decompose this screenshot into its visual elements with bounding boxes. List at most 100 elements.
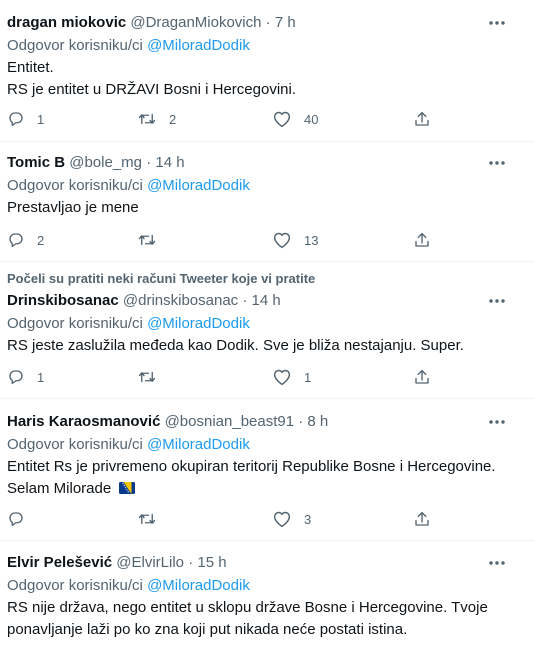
bosnia-flag-icon [119,479,136,494]
tweet-text: RS nije država, nego entitet u sklopu dr… [7,597,535,641]
retweet-button[interactable]: 2 [137,109,176,129]
more-icon[interactable] [487,15,507,31]
tweet-text-line: RS nije država, nego entitet u sklopu dr… [7,599,488,616]
tweet-text: Entitet Rs je privremeno okupiran terito… [7,456,535,500]
author-handle[interactable]: @ElvirLilo [116,554,184,571]
tweet-text: RS jeste zaslužila međeda kao Dodik. Sve… [7,335,535,357]
tweet-header: dragan miokovic @DraganMiokovich · 7 h [7,13,535,33]
reply-prefix: Odgovor korisniku/ci [7,436,143,453]
share-icon [413,510,431,528]
more-icon[interactable] [487,293,507,309]
tweet-time[interactable]: 14 h [252,292,281,309]
author-name[interactable]: Elvir Pelešević [7,554,112,571]
tweet[interactable]: Haris Karaosmanović @bosnian_beast91 · 8… [0,399,535,541]
retweet-button[interactable] [137,509,169,529]
reply-icon [7,368,25,386]
heart-icon [272,231,292,249]
tweet[interactable]: Tomic B @bole_mg · 14 h Odgovor korisnik… [0,142,535,262]
heart-icon [272,510,292,528]
reply-context: Odgovor korisniku/ci @MiloradDodik [7,35,535,57]
author-handle[interactable]: @drinskibosanac [123,292,238,309]
tweet-text-line: Entitet Rs je privremeno okupiran terito… [7,458,496,475]
more-icon[interactable] [487,555,507,571]
tweet[interactable]: dragan miokovic @DraganMiokovich · 7 h O… [0,0,535,142]
tweet-actions: 1 1 [7,367,535,387]
more-icon[interactable] [487,155,507,171]
more-icon[interactable] [487,414,507,430]
like-button[interactable]: 1 [272,367,311,387]
like-count: 13 [304,232,319,248]
share-icon [413,368,431,386]
tweet-header: Elvir Pelešević @ElvirLilo · 15 h [7,553,535,573]
reply-prefix: Odgovor korisniku/ci [7,315,143,332]
tweet-text-line: Prestavljao je mene [7,199,139,216]
retweet-button[interactable] [137,230,169,250]
reply-button[interactable]: 2 [7,230,44,250]
reply-icon [7,231,25,249]
like-count: 1 [304,369,312,385]
heart-icon [272,368,292,386]
reply-mention-link[interactable]: @MiloradDodik [147,177,250,194]
reply-context: Odgovor korisniku/ci @MiloradDodik [7,575,535,597]
author-handle[interactable]: @bole_mg [69,154,142,171]
reply-icon [7,510,25,528]
social-context: Počeli su pratiti neki računi Tweeter ko… [7,271,316,286]
like-count: 3 [304,511,312,527]
tweet-actions: 3 [7,509,535,529]
separator: · [146,154,152,171]
author-name[interactable]: Tomic B [7,154,65,171]
reply-mention-link[interactable]: @MiloradDodik [147,37,250,54]
tweet-time[interactable]: 7 h [275,14,296,31]
share-button[interactable] [413,367,431,387]
like-button[interactable]: 3 [272,509,311,529]
share-button[interactable] [413,230,431,250]
like-button[interactable]: 13 [272,230,318,250]
like-button[interactable]: 40 [272,109,318,129]
reply-count: 1 [37,111,45,127]
reply-mention-link[interactable]: @MiloradDodik [147,577,250,594]
reply-context: Odgovor korisniku/ci @MiloradDodik [7,434,535,456]
share-button[interactable] [413,109,431,129]
author-name[interactable]: dragan miokovic [7,14,126,31]
reply-button[interactable]: 1 [7,367,44,387]
retweet-icon [137,110,157,128]
retweet-icon [137,231,157,249]
tweet-text-line: ponavljanje laži po ko zna koji put nika… [7,621,408,638]
reply-icon [7,110,25,128]
tweet-header: Haris Karaosmanović @bosnian_beast91 · 8… [7,412,535,432]
author-name[interactable]: Drinskibosanac [7,292,119,309]
separator: · [188,554,194,571]
reply-context: Odgovor korisniku/ci @MiloradDodik [7,175,535,197]
tweet-feed: dragan miokovic @DraganMiokovich · 7 h O… [0,0,535,648]
separator: · [298,413,304,430]
reply-mention-link[interactable]: @MiloradDodik [147,315,250,332]
retweet-count: 2 [169,111,177,127]
reply-button[interactable]: 1 [7,109,44,129]
share-icon [413,110,431,128]
share-button[interactable] [413,509,431,529]
reply-prefix: Odgovor korisniku/ci [7,37,143,54]
retweet-button[interactable] [137,367,169,387]
tweet[interactable]: Elvir Pelešević @ElvirLilo · 15 h Odgovo… [0,541,535,648]
retweet-icon [137,510,157,528]
author-handle[interactable]: @DraganMiokovich [130,14,261,31]
tweet[interactable]: Počeli su pratiti neki računi Tweeter ko… [0,262,535,399]
tweet-text: Entitet. RS je entitet u DRŽAVI Bosni i … [7,57,535,101]
author-name[interactable]: Haris Karaosmanović [7,413,160,430]
tweet-actions: 1 2 40 [7,109,535,129]
author-handle[interactable]: @bosnian_beast91 [165,413,295,430]
reply-count: 1 [37,369,45,385]
tweet-time[interactable]: 14 h [155,154,184,171]
tweet-text-line-with-flag: Selam Milorade [7,478,535,500]
tweet-time[interactable]: 15 h [197,554,226,571]
reply-count: 2 [37,232,45,248]
tweet-text-line: RS je entitet u DRŽAVI Bosni i Hercegovi… [7,81,297,98]
separator: · [265,14,271,31]
reply-prefix: Odgovor korisniku/ci [7,177,143,194]
reply-mention-link[interactable]: @MiloradDodik [147,436,250,453]
tweet-text-line: Entitet. [7,59,54,76]
reply-context: Odgovor korisniku/ci @MiloradDodik [7,313,535,335]
tweet-time[interactable]: 8 h [307,413,328,430]
share-icon [413,231,431,249]
reply-button[interactable] [7,509,37,529]
